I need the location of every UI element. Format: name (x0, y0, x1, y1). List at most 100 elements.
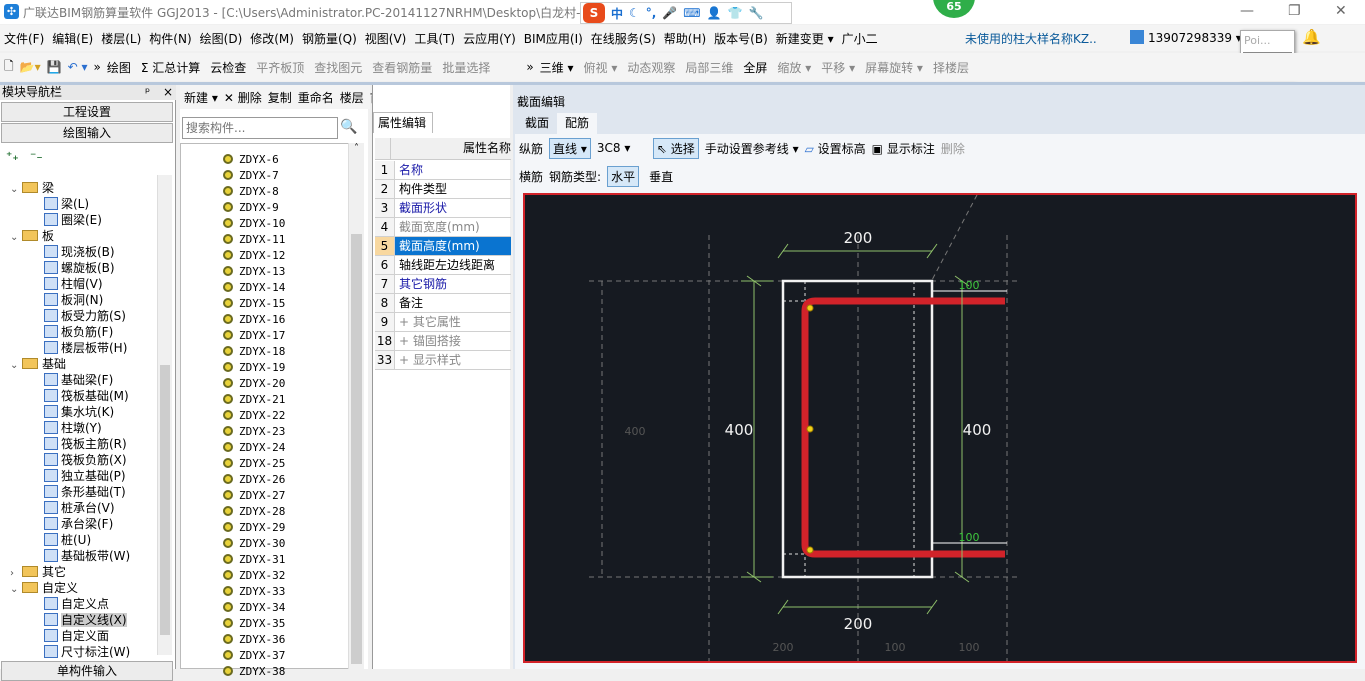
delete-button[interactable]: 删除 (941, 140, 965, 157)
toolbar-button[interactable]: 缩放 ▾ (777, 59, 811, 76)
chevron-down-icon[interactable]: ⌄ (10, 358, 22, 374)
property-row[interactable]: 1 名称 (375, 161, 511, 180)
show-annotation-button[interactable]: ▣ 显示标注 (872, 140, 935, 157)
tab-property-edit[interactable]: 属性编辑 (373, 112, 433, 133)
toolbar-button[interactable]: 三维 ▾ (540, 59, 574, 76)
single-input-button[interactable]: 单构件输入 (1, 661, 173, 681)
list-item[interactable]: ZDYX-11 (223, 232, 285, 248)
list-item[interactable]: ZDYX-36 (223, 632, 285, 648)
save-icon[interactable]: 💾 (47, 60, 62, 74)
section-drawing[interactable]: 200 200 400 400 400 200 100 100 100 100 (525, 195, 1355, 661)
collapse-all-icon[interactable]: ⁻₋ (30, 149, 43, 163)
component-toolbar-button[interactable]: 楼层 (340, 89, 364, 106)
ime-toolbar[interactable]: S 中 ☾ °, 🎤 ⌨ 👤 👕 🔧 (580, 2, 792, 24)
close-button[interactable]: ✕ (1335, 3, 1347, 19)
minimize-button[interactable]: — (1240, 3, 1254, 19)
unused-notice[interactable]: 未使用的柱大样名称KZ.. (965, 30, 1097, 47)
list-item[interactable]: ZDYX-25 (223, 456, 285, 472)
account-menu[interactable]: 13907298339 ▾ (1130, 30, 1242, 45)
list-item[interactable]: ZDYX-18 (223, 344, 285, 360)
toolbar-button[interactable]: 局部三维 (685, 59, 733, 76)
toolbar-button[interactable]: Σ 汇总计算 (141, 59, 200, 76)
list-item[interactable]: ZDYX-26 (223, 472, 285, 488)
toolbar-button[interactable]: 择楼层 (933, 59, 969, 76)
tree-item[interactable]: 梁(L) (44, 196, 89, 212)
menu-item[interactable]: 在线服务(S) (587, 30, 660, 47)
tree-item[interactable]: 筏板主筋(R) (44, 436, 127, 452)
menu-item[interactable]: 修改(M) (246, 30, 298, 47)
property-row[interactable]: 3 截面形状 (375, 199, 511, 218)
chevron-down-icon[interactable]: ⌄ (10, 582, 22, 598)
menu-item[interactable]: 视图(V) (361, 30, 411, 47)
new-file-icon[interactable]: 🗋 (4, 57, 14, 78)
property-row[interactable]: 6 轴线距左边线距离 (375, 256, 511, 275)
list-item[interactable]: ZDYX-19 (223, 360, 285, 376)
list-item[interactable]: ZDYX-6 (223, 152, 279, 168)
nav-scrollbar[interactable] (157, 175, 172, 655)
list-item[interactable]: ZDYX-10 (223, 216, 285, 232)
draw-input-button[interactable]: 绘图输入 (1, 123, 173, 143)
tree-folder[interactable]: › 其它 (10, 564, 66, 580)
list-item[interactable]: ZDYX-23 (223, 424, 285, 440)
tree-item[interactable]: 筏板负筋(X) (44, 452, 127, 468)
select-button[interactable]: ⇖ 选择 (652, 137, 699, 159)
open-file-icon[interactable]: 📂▾ (20, 60, 41, 74)
menu-item[interactable]: BIM应用(I) (520, 30, 587, 47)
tree-item[interactable]: 基础梁(F) (44, 372, 113, 388)
toolbar-button[interactable]: 动态观察 (627, 59, 675, 76)
list-scrollbar[interactable]: ˄ (348, 143, 364, 669)
list-item[interactable]: ZDYX-8 (223, 184, 279, 200)
property-row[interactable]: 33 + 显示样式 (375, 351, 511, 370)
toolbar-button[interactable]: 屏幕旋转 ▾ (865, 59, 923, 76)
menu-item[interactable]: 云应用(Y) (459, 30, 520, 47)
tree-item[interactable]: 柱帽(V) (44, 276, 103, 292)
search-icon[interactable]: 🔍 (340, 119, 360, 139)
tree-item[interactable]: 自定义面 (44, 628, 109, 644)
tree-item[interactable]: 筏板基础(M) (44, 388, 129, 404)
toolbar-button[interactable]: 平移 ▾ (821, 59, 855, 76)
expand-icon[interactable]: + (399, 334, 413, 348)
list-item[interactable]: ZDYX-33 (223, 584, 285, 600)
list-item[interactable]: ZDYX-20 (223, 376, 285, 392)
tree-item[interactable]: 圈梁(E) (44, 212, 102, 228)
undo-icon[interactable]: ↶ ▾ (68, 60, 88, 74)
bell-icon[interactable]: 🔔 (1302, 28, 1321, 46)
score-badge[interactable]: 65 (933, 0, 975, 18)
tree-item[interactable]: 现浇板(B) (44, 244, 115, 260)
component-toolbar-button[interactable]: 新建 ▾ (184, 89, 218, 106)
list-item[interactable]: ZDYX-37 (223, 648, 285, 664)
list-item[interactable]: ZDYX-38 (223, 664, 285, 680)
expand-icon[interactable]: + (399, 315, 413, 329)
menu-item[interactable]: 构件(N) (145, 30, 195, 47)
menu-item[interactable]: 楼层(L) (97, 30, 145, 47)
tree-item[interactable]: 桩承台(V) (44, 500, 115, 516)
toolbar-button[interactable]: 云检查 (210, 59, 246, 76)
keyboard-icon[interactable]: ⌨ (683, 6, 700, 20)
tree-item[interactable]: 承台梁(F) (44, 516, 113, 532)
property-row[interactable]: 4 截面宽度(mm) (375, 218, 511, 237)
list-item[interactable]: ZDYX-14 (223, 280, 285, 296)
menu-item[interactable]: 文件(F) (0, 30, 48, 47)
chevron-down-icon[interactable]: ⌄ (10, 182, 22, 198)
list-item[interactable]: ZDYX-21 (223, 392, 285, 408)
list-item[interactable]: ZDYX-29 (223, 520, 285, 536)
mic-icon[interactable]: 🎤 (662, 6, 677, 20)
list-item[interactable]: ZDYX-28 (223, 504, 285, 520)
scroll-thumb[interactable] (351, 234, 362, 664)
overflow-icon[interactable]: » (93, 60, 100, 74)
list-item[interactable]: ZDYX-22 (223, 408, 285, 424)
chevron-down-icon[interactable]: ⌄ (10, 230, 22, 246)
tree-item[interactable]: 桩(U) (44, 532, 91, 548)
toolbar-button[interactable]: 平齐板顶 (256, 59, 304, 76)
toolbar-button[interactable]: 全屏 (743, 59, 767, 76)
tree-item[interactable]: 螺旋板(B) (44, 260, 115, 276)
set-elevation-button[interactable]: ▱ 设置标高 (805, 140, 866, 157)
property-row[interactable]: 9 + 其它属性 (375, 313, 511, 332)
list-item[interactable]: ZDYX-9 (223, 200, 279, 216)
toolbar-button[interactable]: 俯视 ▾ (584, 59, 618, 76)
list-item[interactable]: ZDYX-24 (223, 440, 285, 456)
list-item[interactable]: ZDYX-7 (223, 168, 279, 184)
line-mode-dropdown[interactable]: 直线 ▾ (549, 137, 591, 159)
menu-item[interactable]: 钢筋量(Q) (298, 30, 361, 47)
menu-item[interactable]: 广小二 (838, 30, 882, 47)
